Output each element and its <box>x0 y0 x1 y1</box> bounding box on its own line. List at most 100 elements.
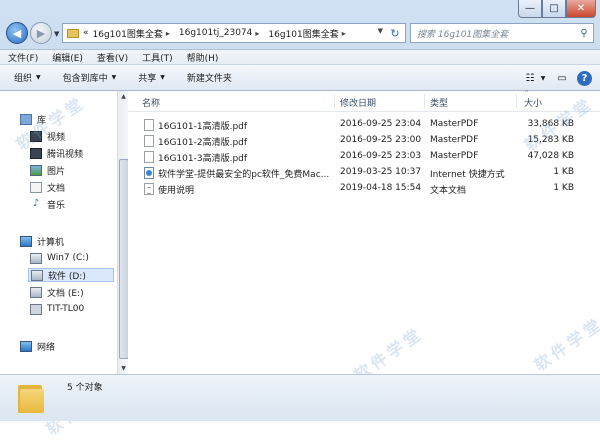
file-size: 1 KB <box>553 183 574 193</box>
table-row[interactable]: 使用说明 2019-04-18 15:54 文本文档 1 KB <box>128 181 600 197</box>
file-size: 47,028 KB <box>527 151 574 161</box>
table-row[interactable]: 16G101-2高清版.pdf 2016-09-25 23:00 MasterP… <box>128 133 600 149</box>
document-icon <box>30 181 42 193</box>
breadcrumb-item[interactable]: 16g101图集全套 ▸ <box>268 27 350 40</box>
column-date[interactable]: 修改日期 <box>340 96 376 109</box>
file-list: 名称 修改日期 类型 ^ 大小 16G101-1高清版.pdf 2016-09-… <box>128 90 600 385</box>
file-type: MasterPDF <box>430 119 479 129</box>
nav-item-pictures[interactable]: 图片 <box>30 163 65 177</box>
chevron-down-icon[interactable]: ▼ <box>539 69 547 87</box>
maximize-button[interactable]: □ <box>542 0 566 18</box>
search-input[interactable]: 搜索 16g101图集全套 <box>411 27 575 40</box>
column-name[interactable]: 名称 <box>142 96 160 109</box>
nav-item-drive-d[interactable]: 软件 (D:) <box>28 268 114 282</box>
file-name: 软件学堂-提供最安全的pc软件_免费Mac... <box>158 170 330 180</box>
new-folder-label: 新建文件夹 <box>186 74 232 84</box>
breadcrumb-item[interactable]: 16g101tj_23074 ▸ <box>179 28 265 38</box>
include-label: 包含到库中 <box>62 74 108 84</box>
menu-view[interactable]: 查看(V) <box>97 51 128 64</box>
details-pane: 5 个对象 <box>0 374 600 421</box>
file-date: 2016-09-25 23:04 <box>340 119 422 129</box>
pdf-file-icon <box>144 135 154 147</box>
organize-button[interactable]: 组织 ▼ <box>14 71 41 84</box>
nav-label: 计算机 <box>37 237 65 248</box>
nav-item-music[interactable]: ♪ 音乐 <box>30 197 65 211</box>
computer-icon <box>20 235 32 247</box>
file-name: 使用说明 <box>158 186 195 196</box>
search-box[interactable]: 搜索 16g101图集全套 ⚲ <box>410 23 594 43</box>
nav-label: 库 <box>37 115 47 126</box>
chevron-right-icon[interactable]: ▸ <box>166 29 170 38</box>
table-row[interactable]: 16G101-1高清版.pdf 2016-09-25 23:04 MasterP… <box>128 117 600 133</box>
menu-tools[interactable]: 工具(T) <box>142 51 173 64</box>
nav-label: 软件 (D:) <box>48 271 86 282</box>
breadcrumb-overflow[interactable]: « <box>83 28 89 38</box>
preview-pane-icon[interactable]: ▭ <box>553 69 571 87</box>
include-in-library-button[interactable]: 包含到库中 ▼ <box>63 71 117 84</box>
nav-label: 音乐 <box>47 200 66 211</box>
internet-shortcut-icon <box>144 167 154 179</box>
command-bar: 组织 ▼ 包含到库中 ▼ 共享 ▼ 新建文件夹 ☷ ▼ ▭ ? <box>0 65 600 91</box>
nav-libraries[interactable]: 库 <box>20 112 46 126</box>
nav-item-drive-e[interactable]: 文档 (E:) <box>30 285 84 299</box>
nav-item-drive-c[interactable]: Win7 (C:) <box>30 251 89 265</box>
pdf-file-icon <box>144 119 154 131</box>
table-row[interactable]: 软件学堂-提供最安全的pc软件_免费Mac... 2019-03-25 10:3… <box>128 165 600 181</box>
video-icon <box>30 147 42 159</box>
menu-file[interactable]: 文件(F) <box>8 51 38 64</box>
file-date: 2019-04-18 15:54 <box>340 183 422 193</box>
refresh-icon[interactable]: ↻ <box>387 25 403 41</box>
recent-pages-dropdown[interactable]: ▼ <box>54 30 59 38</box>
minimize-button[interactable]: — <box>518 0 542 18</box>
column-size[interactable]: 大小 <box>524 96 542 109</box>
scroll-down-icon[interactable]: ▼ <box>119 365 128 372</box>
nav-label: Win7 (C:) <box>47 253 89 263</box>
nav-item-documents[interactable]: 文档 <box>30 180 65 194</box>
column-type[interactable]: 类型 <box>430 96 448 109</box>
share-button[interactable]: 共享 ▼ <box>138 71 165 84</box>
nav-item-tencent-video[interactable]: 腾讯视频 <box>30 146 83 160</box>
view-options-icon[interactable]: ☷ <box>521 69 539 87</box>
nav-network[interactable]: 网络 <box>20 339 55 353</box>
forward-button[interactable]: ▶ <box>30 22 52 44</box>
nav-item-videos[interactable]: 视频 <box>30 129 65 143</box>
picture-icon <box>30 164 42 176</box>
menu-bar: 文件(F) 编辑(E) 查看(V) 工具(T) 帮助(H) <box>0 49 600 65</box>
nav-item-device[interactable]: TIT-TL00 <box>30 302 84 316</box>
close-button[interactable]: ✕ <box>566 0 596 18</box>
file-date: 2019-03-25 10:37 <box>340 167 422 177</box>
video-icon <box>30 130 42 142</box>
folder-icon <box>18 381 44 413</box>
drive-icon <box>30 286 42 298</box>
chevron-right-icon[interactable]: ▸ <box>342 29 346 38</box>
file-name: 16G101-3高清版.pdf <box>158 154 248 164</box>
view-controls: ☷ ▼ ▭ ? <box>515 69 592 87</box>
file-type: MasterPDF <box>430 151 479 161</box>
nav-computer[interactable]: 计算机 <box>20 234 64 248</box>
breadcrumb-item[interactable]: 16g101图集全套 ▸ <box>93 27 175 40</box>
nav-label: TIT-TL00 <box>47 304 85 314</box>
new-folder-button[interactable]: 新建文件夹 <box>187 71 232 84</box>
explorer-window: — □ ✕ ◀ ▶ ▼ « 16g101图集全套 ▸ 16g101tj_23074… <box>0 0 600 439</box>
column-divider[interactable] <box>334 94 335 108</box>
menu-help[interactable]: 帮助(H) <box>187 51 219 64</box>
device-icon <box>30 303 42 315</box>
music-icon: ♪ <box>32 198 40 209</box>
back-button[interactable]: ◀ <box>6 22 28 44</box>
table-row[interactable]: 16G101-3高清版.pdf 2016-09-25 23:03 MasterP… <box>128 149 600 165</box>
menu-edit[interactable]: 编辑(E) <box>52 51 83 64</box>
file-size: 33,868 KB <box>527 119 574 129</box>
file-type: Internet 快捷方式 <box>430 170 505 180</box>
chevron-right-icon[interactable]: ▸ <box>255 29 259 38</box>
file-date: 2016-09-25 23:00 <box>340 135 422 145</box>
column-divider[interactable] <box>424 94 425 108</box>
nav-label: 文档 (E:) <box>47 288 84 299</box>
text-file-icon <box>144 183 154 195</box>
column-divider[interactable] <box>516 94 517 108</box>
address-dropdown-icon[interactable]: ▼ <box>378 27 383 35</box>
scroll-up-icon[interactable]: ▲ <box>119 93 128 100</box>
address-bar[interactable]: « 16g101图集全套 ▸ 16g101tj_23074 ▸ 16g101图集全套… <box>62 23 406 43</box>
help-icon[interactable]: ? <box>577 70 592 86</box>
search-icon[interactable]: ⚲ <box>575 28 593 39</box>
file-name: 16G101-1高清版.pdf <box>158 122 248 132</box>
